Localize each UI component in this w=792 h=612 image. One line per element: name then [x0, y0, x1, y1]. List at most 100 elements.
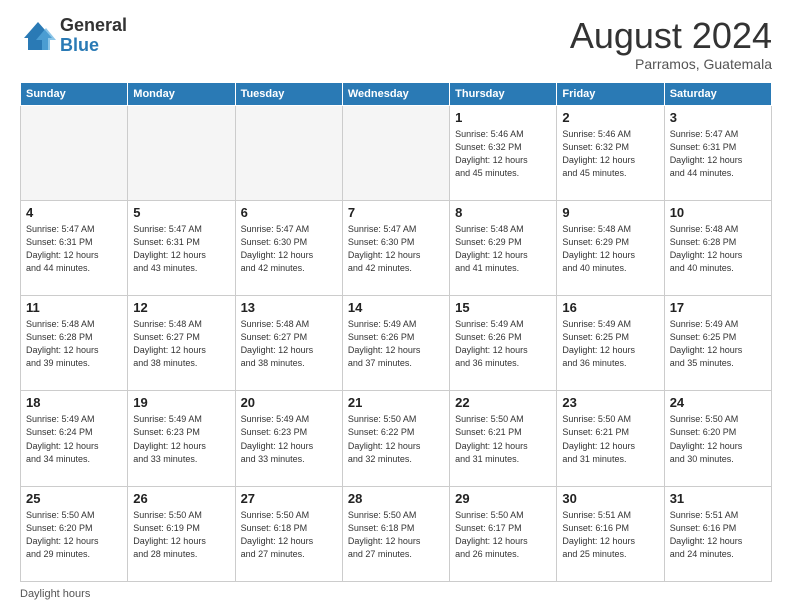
week-row-0: 1 Sunrise: 5:46 AM Sunset: 6:32 PM Daylig… — [21, 105, 772, 200]
calendar-cell: 19Sunrise: 5:49 AM Sunset: 6:23 PM Dayli… — [128, 391, 235, 486]
calendar-cell — [342, 105, 449, 200]
day-number: 27 — [241, 491, 337, 506]
location: Parramos, Guatemala — [570, 56, 772, 72]
day-number: 6 — [241, 205, 337, 220]
week-row-4: 25 Sunrise: 5:50 AM Sunset: 6:20 PM Dayli… — [21, 486, 772, 581]
day-number: 7 — [348, 205, 444, 220]
calendar-cell: 8 Sunrise: 5:48 AM Sunset: 6:29 PM Daylig… — [450, 200, 557, 295]
day-info: Sunrise: 5:50 AM Sunset: 6:18 PM Dayligh… — [348, 509, 444, 561]
week-row-2: 11 Sunrise: 5:48 AM Sunset: 6:28 PM Dayli… — [21, 296, 772, 391]
day-number: 1 — [455, 110, 551, 125]
week-row-1: 4 Sunrise: 5:47 AM Sunset: 6:31 PM Daylig… — [21, 200, 772, 295]
calendar-cell: 2Sunrise: 5:46 AM Sunset: 6:32 PM Daylig… — [557, 105, 664, 200]
logo-blue: Blue — [60, 36, 127, 56]
footer: Daylight hours — [20, 588, 772, 600]
weekday-header-monday: Monday — [128, 82, 235, 105]
weekday-header-row: SundayMondayTuesdayWednesdayThursdayFrid… — [21, 82, 772, 105]
day-info: Sunrise: 5:49 AM Sunset: 6:23 PM Dayligh… — [241, 413, 337, 465]
logo-icon — [20, 18, 56, 54]
day-info: Sunrise: 5:50 AM Sunset: 6:18 PM Dayligh… — [241, 509, 337, 561]
weekday-header-sunday: Sunday — [21, 82, 128, 105]
day-number: 31 — [670, 491, 766, 506]
calendar-cell: 25 Sunrise: 5:50 AM Sunset: 6:20 PM Dayli… — [21, 486, 128, 581]
day-number: 23 — [562, 395, 658, 410]
calendar-cell: 6 Sunrise: 5:47 AM Sunset: 6:30 PM Daylig… — [235, 200, 342, 295]
day-info: Sunrise: 5:48 AM Sunset: 6:29 PM Dayligh… — [562, 223, 658, 275]
calendar-cell: 23 Sunrise: 5:50 AM Sunset: 6:21 PM Dayli… — [557, 391, 664, 486]
footer-label: Daylight hours — [20, 588, 90, 600]
day-number: 18 — [26, 395, 122, 410]
calendar-cell: 11 Sunrise: 5:48 AM Sunset: 6:28 PM Dayli… — [21, 296, 128, 391]
day-info: Sunrise: 5:46 AM Sunset: 6:32 PM Dayligh… — [455, 128, 551, 180]
calendar: SundayMondayTuesdayWednesdayThursdayFrid… — [20, 82, 772, 582]
day-info: Sunrise: 5:50 AM Sunset: 6:21 PM Dayligh… — [455, 413, 551, 465]
weekday-header-wednesday: Wednesday — [342, 82, 449, 105]
calendar-cell: 4Sunrise: 5:47 AM Sunset: 6:31 PM Daylig… — [21, 200, 128, 295]
day-info: Sunrise: 5:50 AM Sunset: 6:22 PM Dayligh… — [348, 413, 444, 465]
calendar-cell: 7 Sunrise: 5:47 AM Sunset: 6:30 PM Daylig… — [342, 200, 449, 295]
calendar-cell: 24Sunrise: 5:50 AM Sunset: 6:20 PM Dayli… — [664, 391, 771, 486]
calendar-cell: 3 Sunrise: 5:47 AM Sunset: 6:31 PM Daylig… — [664, 105, 771, 200]
logo: General Blue — [20, 16, 127, 56]
calendar-cell: 30 Sunrise: 5:51 AM Sunset: 6:16 PM Dayli… — [557, 486, 664, 581]
day-info: Sunrise: 5:51 AM Sunset: 6:16 PM Dayligh… — [670, 509, 766, 561]
calendar-cell: 21 Sunrise: 5:50 AM Sunset: 6:22 PM Dayli… — [342, 391, 449, 486]
day-number: 28 — [348, 491, 444, 506]
weekday-header-thursday: Thursday — [450, 82, 557, 105]
weekday-header-saturday: Saturday — [664, 82, 771, 105]
day-number: 12 — [133, 300, 229, 315]
day-info: Sunrise: 5:48 AM Sunset: 6:27 PM Dayligh… — [241, 318, 337, 370]
day-info: Sunrise: 5:46 AM Sunset: 6:32 PM Dayligh… — [562, 128, 658, 180]
day-info: Sunrise: 5:50 AM Sunset: 6:21 PM Dayligh… — [562, 413, 658, 465]
day-number: 5 — [133, 205, 229, 220]
title-area: August 2024 Parramos, Guatemala — [570, 16, 772, 72]
day-number: 3 — [670, 110, 766, 125]
logo-general: General — [60, 16, 127, 36]
page: General Blue August 2024 Parramos, Guate… — [0, 0, 792, 612]
day-info: Sunrise: 5:49 AM Sunset: 6:23 PM Dayligh… — [133, 413, 229, 465]
day-number: 30 — [562, 491, 658, 506]
day-number: 14 — [348, 300, 444, 315]
day-info: Sunrise: 5:49 AM Sunset: 6:24 PM Dayligh… — [26, 413, 122, 465]
day-number: 24 — [670, 395, 766, 410]
day-number: 22 — [455, 395, 551, 410]
day-info: Sunrise: 5:47 AM Sunset: 6:31 PM Dayligh… — [670, 128, 766, 180]
calendar-cell: 12 Sunrise: 5:48 AM Sunset: 6:27 PM Dayli… — [128, 296, 235, 391]
calendar-cell: 27 Sunrise: 5:50 AM Sunset: 6:18 PM Dayli… — [235, 486, 342, 581]
day-number: 20 — [241, 395, 337, 410]
calendar-cell: 15Sunrise: 5:49 AM Sunset: 6:26 PM Dayli… — [450, 296, 557, 391]
calendar-cell: 18 Sunrise: 5:49 AM Sunset: 6:24 PM Dayli… — [21, 391, 128, 486]
calendar-cell: 1 Sunrise: 5:46 AM Sunset: 6:32 PM Daylig… — [450, 105, 557, 200]
day-info: Sunrise: 5:49 AM Sunset: 6:26 PM Dayligh… — [455, 318, 551, 370]
header: General Blue August 2024 Parramos, Guate… — [20, 16, 772, 72]
day-number: 11 — [26, 300, 122, 315]
day-info: Sunrise: 5:49 AM Sunset: 6:26 PM Dayligh… — [348, 318, 444, 370]
calendar-cell: 17 Sunrise: 5:49 AM Sunset: 6:25 PM Dayli… — [664, 296, 771, 391]
calendar-cell: 29Sunrise: 5:50 AM Sunset: 6:17 PM Dayli… — [450, 486, 557, 581]
day-info: Sunrise: 5:48 AM Sunset: 6:27 PM Dayligh… — [133, 318, 229, 370]
day-number: 17 — [670, 300, 766, 315]
calendar-cell: 13Sunrise: 5:48 AM Sunset: 6:27 PM Dayli… — [235, 296, 342, 391]
day-info: Sunrise: 5:48 AM Sunset: 6:29 PM Dayligh… — [455, 223, 551, 275]
day-info: Sunrise: 5:47 AM Sunset: 6:31 PM Dayligh… — [133, 223, 229, 275]
day-number: 26 — [133, 491, 229, 506]
day-info: Sunrise: 5:48 AM Sunset: 6:28 PM Dayligh… — [670, 223, 766, 275]
day-number: 4 — [26, 205, 122, 220]
day-number: 9 — [562, 205, 658, 220]
day-info: Sunrise: 5:48 AM Sunset: 6:28 PM Dayligh… — [26, 318, 122, 370]
day-number: 25 — [26, 491, 122, 506]
day-info: Sunrise: 5:50 AM Sunset: 6:20 PM Dayligh… — [26, 509, 122, 561]
day-info: Sunrise: 5:51 AM Sunset: 6:16 PM Dayligh… — [562, 509, 658, 561]
day-info: Sunrise: 5:47 AM Sunset: 6:30 PM Dayligh… — [241, 223, 337, 275]
day-info: Sunrise: 5:49 AM Sunset: 6:25 PM Dayligh… — [670, 318, 766, 370]
day-info: Sunrise: 5:47 AM Sunset: 6:30 PM Dayligh… — [348, 223, 444, 275]
weekday-header-friday: Friday — [557, 82, 664, 105]
day-number: 21 — [348, 395, 444, 410]
week-row-3: 18 Sunrise: 5:49 AM Sunset: 6:24 PM Dayli… — [21, 391, 772, 486]
calendar-cell: 28 Sunrise: 5:50 AM Sunset: 6:18 PM Dayli… — [342, 486, 449, 581]
calendar-cell: 22 Sunrise: 5:50 AM Sunset: 6:21 PM Dayli… — [450, 391, 557, 486]
day-number: 8 — [455, 205, 551, 220]
calendar-cell: 31 Sunrise: 5:51 AM Sunset: 6:16 PM Dayli… — [664, 486, 771, 581]
day-info: Sunrise: 5:49 AM Sunset: 6:25 PM Dayligh… — [562, 318, 658, 370]
day-number: 16 — [562, 300, 658, 315]
